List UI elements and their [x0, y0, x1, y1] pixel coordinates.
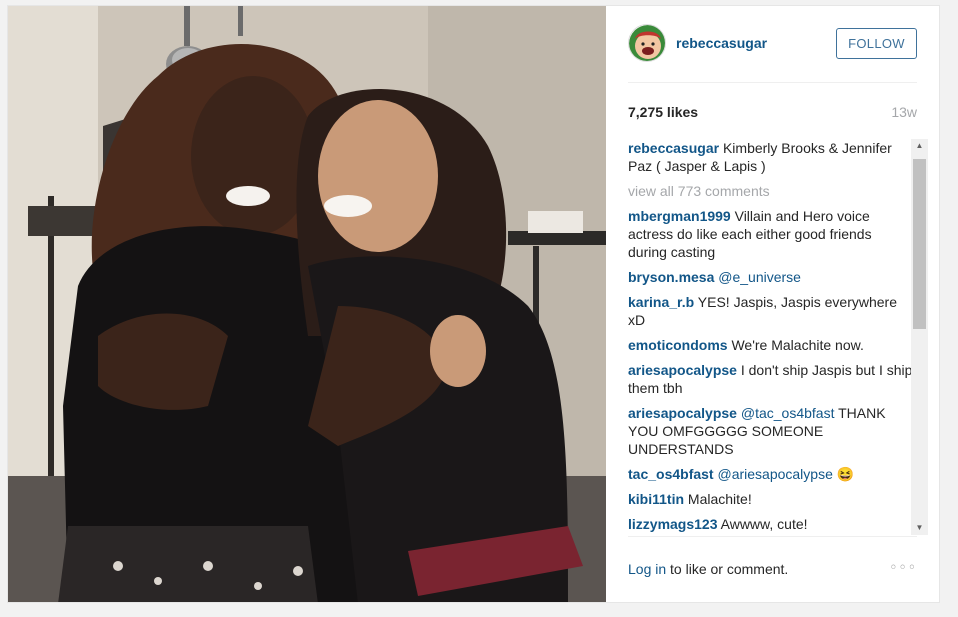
comments-list: rebeccasugar Kimberly Brooks & Jennifer … — [628, 139, 913, 533]
avatar-face-icon — [629, 25, 665, 61]
comment-username[interactable]: kibi11tin — [628, 491, 684, 507]
comment-mention[interactable]: @ariesapocalypse — [717, 466, 832, 482]
more-options-icon[interactable]: ◦◦◦ — [889, 560, 917, 576]
footer-divider — [628, 536, 917, 537]
comment-username[interactable]: emoticondoms — [628, 337, 728, 353]
photo-illustration — [8, 6, 606, 602]
post-timestamp[interactable]: 13w — [891, 104, 917, 120]
comment-text: We're Malachite now. — [731, 337, 864, 353]
login-link[interactable]: Log in — [628, 561, 666, 577]
post-frame: rebeccasugar FOLLOW 7,275 likes 13w rebe… — [7, 5, 940, 603]
comment-item: tac_os4bfast @ariesapocalypse 😆 — [628, 465, 913, 483]
likes-count[interactable]: 7,275 likes — [628, 104, 698, 120]
scrollbar-thumb[interactable] — [913, 159, 926, 329]
header-divider — [628, 82, 917, 83]
comment-item: mbergman1999 Villain and Hero voice actr… — [628, 207, 913, 261]
comment-item: bryson.mesa @e_universe — [628, 268, 913, 286]
comment-item: emoticondoms We're Malachite now. — [628, 336, 913, 354]
comment-username[interactable]: mbergman1999 — [628, 208, 731, 224]
comments-scroll-area[interactable]: rebeccasugar Kimberly Brooks & Jennifer … — [628, 139, 928, 535]
post-side-panel: rebeccasugar FOLLOW 7,275 likes 13w rebe… — [606, 6, 939, 602]
post-photo[interactable] — [8, 6, 606, 602]
comment-text: 😆 — [836, 466, 855, 482]
comment-username[interactable]: tac_os4bfast — [628, 466, 714, 482]
scroll-up-arrow-icon[interactable]: ▲ — [911, 139, 928, 153]
login-prompt: Log in to like or comment. — [628, 561, 788, 577]
post-header: rebeccasugar FOLLOW — [628, 24, 917, 72]
comment-text: Malachite! — [687, 491, 752, 507]
comment-item: ariesapocalypse I don't ship Jaspis but … — [628, 361, 913, 397]
username-link[interactable]: rebeccasugar — [676, 35, 767, 51]
comments-scrollbar[interactable]: ▲ ▼ — [911, 139, 928, 535]
comment-item: ariesapocalypse @tac_os4bfast THANK YOU … — [628, 404, 913, 458]
comment-username[interactable]: lizzymags123 — [628, 516, 718, 532]
caption: rebeccasugar Kimberly Brooks & Jennifer … — [628, 139, 913, 175]
login-prompt-text: to like or comment. — [666, 561, 789, 577]
avatar[interactable] — [628, 24, 666, 62]
comment-mention[interactable]: @tac_os4bfast — [741, 405, 835, 421]
comment-item: lizzymags123 Awwww, cute! — [628, 515, 913, 533]
follow-button[interactable]: FOLLOW — [836, 28, 917, 59]
comment-text: Awwww, cute! — [720, 516, 808, 532]
caption-username[interactable]: rebeccasugar — [628, 140, 719, 156]
comment-item: kibi11tin Malachite! — [628, 490, 913, 508]
scroll-down-arrow-icon[interactable]: ▼ — [911, 521, 928, 535]
comment-username[interactable]: ariesapocalypse — [628, 405, 737, 421]
comment-username[interactable]: ariesapocalypse — [628, 362, 737, 378]
comment-username[interactable]: karina_r.b — [628, 294, 694, 310]
comment-username[interactable]: bryson.mesa — [628, 269, 714, 285]
view-all-comments-link[interactable]: view all 773 comments — [628, 182, 913, 200]
comment-item: karina_r.b YES! Jaspis, Jaspis everywher… — [628, 293, 913, 329]
comment-mention[interactable]: @e_universe — [718, 269, 801, 285]
